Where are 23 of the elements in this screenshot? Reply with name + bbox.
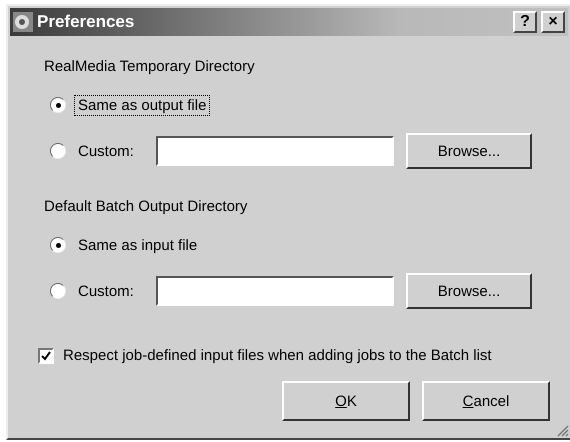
path-input-field[interactable] bbox=[156, 136, 394, 166]
radio-button[interactable] bbox=[50, 283, 66, 299]
path-input-field[interactable] bbox=[156, 276, 394, 306]
radio-button[interactable] bbox=[50, 97, 66, 113]
resize-grip-icon bbox=[555, 423, 569, 437]
browse-button[interactable]: Browse... bbox=[406, 273, 532, 309]
radio-label[interactable]: Same as input file bbox=[74, 234, 202, 256]
radio-label[interactable]: Custom: bbox=[74, 280, 148, 302]
browse-button[interactable]: Browse... bbox=[406, 133, 532, 169]
radio-button[interactable] bbox=[50, 143, 66, 159]
ok-button[interactable]: OK bbox=[282, 381, 410, 421]
radio-label[interactable]: Same as output file bbox=[74, 94, 210, 116]
close-button[interactable]: × bbox=[541, 11, 565, 33]
radio-label[interactable]: Custom: bbox=[74, 140, 148, 162]
window-title: Preferences bbox=[37, 12, 136, 32]
app-icon bbox=[13, 12, 33, 32]
radio-button[interactable] bbox=[50, 237, 66, 253]
help-button[interactable]: ? bbox=[513, 11, 537, 33]
checkbox-label: Respect job-defined input files when adding jobs to the Batch list bbox=[62, 346, 493, 365]
section-heading: Default Batch Output Directory bbox=[44, 198, 248, 217]
cancel-button[interactable]: Cancel bbox=[422, 381, 550, 421]
checkbox[interactable] bbox=[38, 348, 54, 364]
section-heading: RealMedia Temporary Directory bbox=[44, 58, 256, 77]
